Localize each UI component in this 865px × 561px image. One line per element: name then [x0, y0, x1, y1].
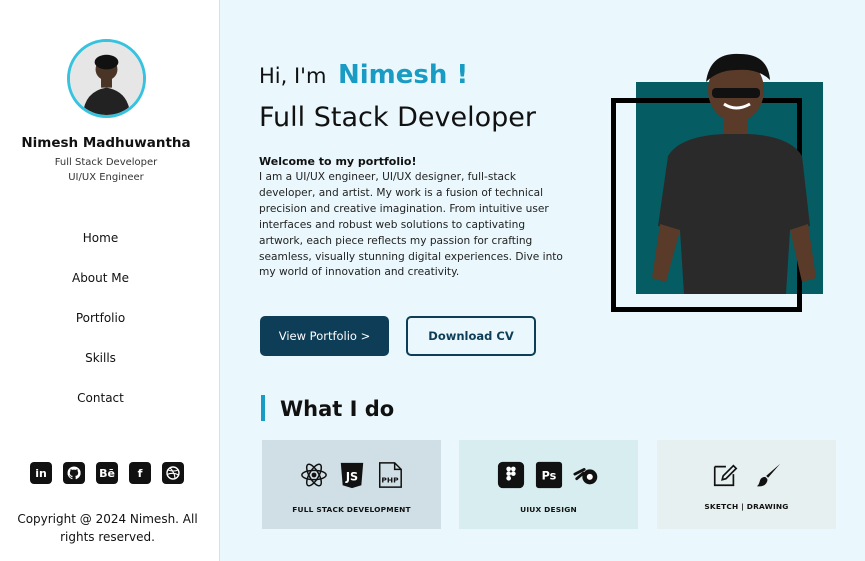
react-icon: [299, 460, 329, 490]
github-icon[interactable]: [63, 462, 85, 484]
sidebar: Nimesh Madhuwantha Full Stack Developer …: [0, 0, 220, 561]
avatar: [67, 39, 146, 118]
figma-icon: [496, 460, 526, 490]
nav-portfolio[interactable]: Portfolio: [0, 311, 201, 325]
hero-name: Nimesh !: [338, 60, 469, 90]
pencil-edit-icon: [710, 460, 740, 490]
blender-icon: [572, 460, 602, 490]
svg-text:PHP: PHP: [381, 475, 399, 484]
profile-role-secondary: UI/UX Engineer: [68, 172, 144, 183]
javascript-icon: JS: [337, 460, 367, 490]
section-accent-bar: [261, 395, 265, 421]
dribbble-icon[interactable]: [162, 462, 184, 484]
nav-about-me[interactable]: About Me: [0, 271, 201, 285]
svg-text:JS: JS: [344, 471, 357, 484]
bio-paragraph: I am a UI/UX engineer, UI/UX designer, f…: [259, 171, 563, 279]
hero-headline: Full Stack Developer: [259, 102, 536, 133]
profile-role-primary: Full Stack Developer: [54, 157, 158, 168]
nav-skills[interactable]: Skills: [0, 351, 201, 365]
svg-text:Ps: Ps: [541, 470, 556, 483]
service-card-fullstack: JS PHP FULL STACK DEVELOPMENT: [262, 440, 441, 529]
welcome-heading: Welcome to my portfolio!: [259, 155, 417, 168]
card-label-sketch: SKETCH | DRAWING: [704, 502, 789, 511]
card-label-fullstack: FULL STACK DEVELOPMENT: [292, 505, 411, 514]
social-links: in Bē f: [30, 462, 184, 484]
service-card-sketch: SKETCH | DRAWING: [657, 440, 836, 529]
nav-home[interactable]: Home: [0, 231, 201, 245]
profile-name: Nimesh Madhuwantha: [21, 135, 191, 151]
download-cv-button[interactable]: Download CV: [406, 316, 536, 356]
nav-contact[interactable]: Contact: [0, 391, 201, 405]
profile-photo: [652, 53, 816, 294]
php-icon: PHP: [375, 460, 405, 490]
linkedin-icon[interactable]: in: [30, 462, 52, 484]
service-card-uiux: Ps UIUX DESIGN: [459, 440, 638, 529]
photoshop-icon: Ps: [534, 460, 564, 490]
card-label-uiux: UIUX DESIGN: [520, 505, 577, 514]
behance-icon[interactable]: Bē: [96, 462, 118, 484]
copyright-text: Copyright @ 2024 Nimesh. All rights rese…: [17, 512, 198, 544]
facebook-icon[interactable]: f: [129, 462, 151, 484]
paint-brush-icon: [754, 460, 784, 490]
greeting-text: Hi, I'm: [259, 64, 327, 88]
view-portfolio-button[interactable]: View Portfolio >: [260, 316, 389, 356]
what-i-do-title: What I do: [280, 397, 395, 421]
